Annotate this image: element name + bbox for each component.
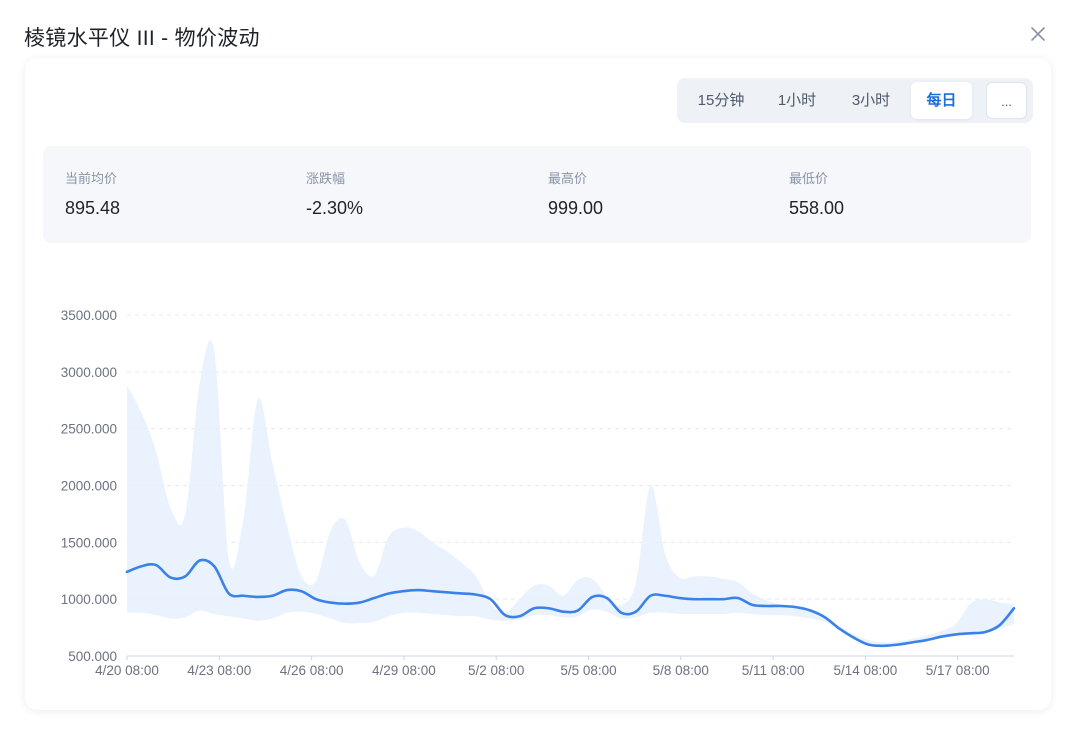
x-tick-label: 5/11 08:00 bbox=[742, 663, 805, 678]
x-tick-label: 4/26 08:00 bbox=[280, 663, 344, 678]
x-tick-label: 4/20 08:00 bbox=[95, 663, 159, 678]
x-tick-label: 5/2 08:00 bbox=[468, 663, 524, 678]
x-tick-label: 5/5 08:00 bbox=[560, 663, 616, 678]
x-tick-label: 4/29 08:00 bbox=[372, 663, 436, 678]
x-tick-label: 5/14 08:00 bbox=[833, 663, 897, 678]
y-tick-label: 3500.000 bbox=[61, 308, 117, 323]
y-tick-label: 1500.000 bbox=[61, 535, 117, 550]
y-tick-label: 2000.000 bbox=[61, 479, 117, 494]
y-tick-label: 2500.000 bbox=[61, 422, 117, 437]
y-axis: 3500.000 3000.000 2500.000 2000.000 1500.000… bbox=[61, 308, 117, 664]
range-band-area bbox=[127, 340, 1014, 646]
y-tick-label: 500.000 bbox=[68, 649, 117, 664]
y-tick-label: 3000.000 bbox=[61, 365, 117, 380]
x-tick-label: 5/8 08:00 bbox=[653, 663, 709, 678]
x-tick-label: 5/17 08:00 bbox=[926, 663, 990, 678]
price-range-band bbox=[127, 340, 1014, 646]
x-tick-label: 4/23 08:00 bbox=[187, 663, 251, 678]
y-tick-label: 1000.000 bbox=[61, 592, 117, 607]
x-axis: 4/20 08:00 4/23 08:00 4/26 08:00 4/29 08:00… bbox=[95, 656, 990, 678]
price-chart: 3500.000 3000.000 2500.000 2000.000 1500.000… bbox=[61, 308, 1016, 678]
